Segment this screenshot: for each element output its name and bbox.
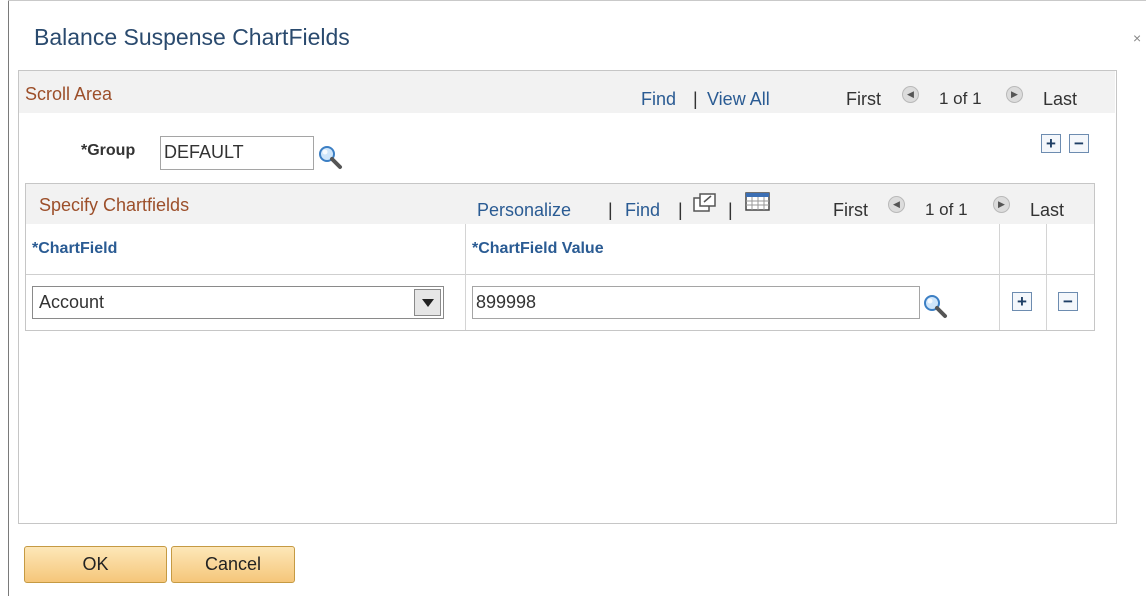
column-divider bbox=[999, 224, 1000, 330]
magnifier-icon[interactable] bbox=[922, 293, 948, 319]
group-label: *Group bbox=[81, 142, 136, 159]
chartfield-select[interactable]: Account bbox=[32, 286, 444, 319]
scroll-find-link[interactable]: Find bbox=[641, 89, 676, 110]
column-header-chartfield[interactable]: *ChartField bbox=[32, 240, 117, 258]
cancel-button[interactable]: Cancel bbox=[171, 546, 295, 583]
dropdown-arrow-icon[interactable] bbox=[414, 289, 441, 316]
dialog-title: Balance Suspense ChartFields bbox=[34, 24, 350, 50]
ok-button[interactable]: OK bbox=[24, 546, 167, 583]
grid-last-label: Last bbox=[1030, 200, 1065, 220]
grid-record-count: 1 of 1 bbox=[925, 200, 968, 219]
spreadsheet-icon[interactable] bbox=[745, 192, 771, 212]
grid-delete-row-button[interactable]: − bbox=[1058, 292, 1078, 311]
window-top-border bbox=[8, 0, 1146, 1]
personalize-link[interactable]: Personalize bbox=[477, 200, 571, 221]
column-divider bbox=[465, 224, 466, 330]
grid-find-link[interactable]: Find bbox=[625, 200, 660, 221]
grid-nav-separator-2: | bbox=[678, 200, 683, 220]
add-row-button[interactable]: + bbox=[1041, 134, 1061, 153]
minus-icon: − bbox=[1074, 134, 1084, 153]
right-arrow-icon[interactable]: ▶ bbox=[993, 196, 1010, 213]
scroll-record-count: 1 of 1 bbox=[939, 89, 982, 108]
grid-first-label: First bbox=[833, 200, 868, 220]
chevron-down-icon bbox=[421, 298, 434, 307]
chartfields-grid-title: Specify Chartfields bbox=[39, 195, 190, 215]
scroll-first-label: First bbox=[846, 89, 881, 109]
scroll-view-all-link[interactable]: View All bbox=[707, 89, 770, 110]
grid-nav-separator-3: | bbox=[728, 200, 733, 220]
minus-icon: − bbox=[1063, 292, 1073, 311]
grid-nav-separator: | bbox=[608, 200, 613, 220]
right-arrow-icon[interactable]: ▶ bbox=[1006, 86, 1023, 103]
plus-icon: + bbox=[1046, 134, 1056, 153]
column-divider bbox=[1046, 224, 1047, 330]
delete-row-button[interactable]: − bbox=[1069, 134, 1089, 153]
grid-add-row-button[interactable]: + bbox=[1012, 292, 1032, 311]
left-arrow-icon[interactable]: ◀ bbox=[902, 86, 919, 103]
scroll-last-label: Last bbox=[1043, 89, 1078, 109]
scroll-nav-separator: | bbox=[693, 89, 698, 109]
column-header-chartfield-value[interactable]: *ChartField Value bbox=[472, 240, 604, 258]
group-input[interactable]: DEFAULT bbox=[160, 136, 314, 170]
close-icon[interactable]: × bbox=[1133, 30, 1141, 46]
left-arrow-icon[interactable]: ◀ bbox=[888, 196, 905, 213]
chartfield-value-input[interactable]: 899998 bbox=[472, 286, 920, 319]
plus-icon: + bbox=[1017, 292, 1027, 311]
window-left-border bbox=[8, 0, 9, 596]
new-window-icon[interactable] bbox=[693, 193, 717, 213]
magnifier-icon[interactable] bbox=[317, 144, 343, 170]
scroll-area-title: Scroll Area bbox=[25, 84, 113, 104]
